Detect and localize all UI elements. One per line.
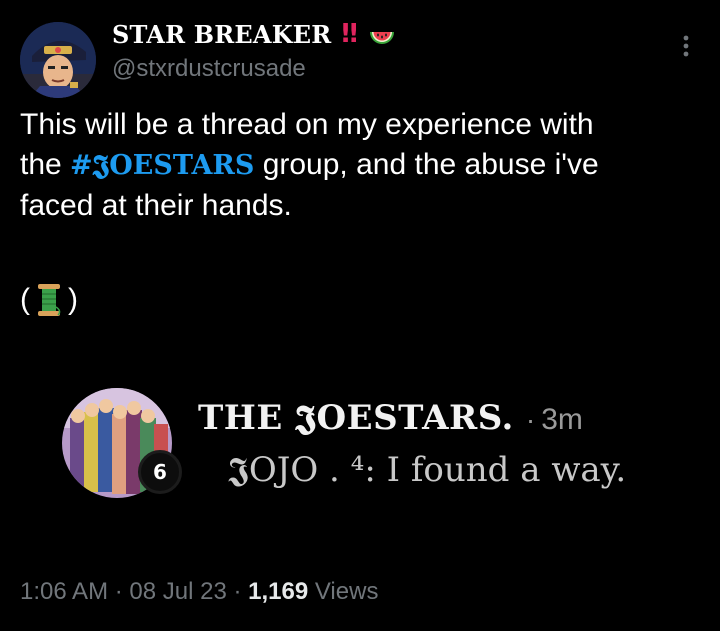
avatar-image <box>20 22 96 98</box>
thread-open-paren: ( <box>20 283 30 316</box>
group-name-row: THE 𝕵OESTARS. · 3m <box>198 398 583 438</box>
tweet-line-3: faced at their hands. <box>20 189 292 222</box>
views-label: Views <box>308 578 379 605</box>
more-options-icon[interactable] <box>676 32 696 60</box>
tweet-line-2-prefix: the <box>20 148 71 181</box>
author-name-row[interactable]: STAR BREAKER ‼ <box>112 16 397 52</box>
author-handle[interactable]: @stxrdustcrusade <box>112 55 306 83</box>
hashtag-link[interactable]: #𝕵OESTARS <box>70 150 254 181</box>
group-time-separator: · <box>525 404 536 435</box>
tweet-text: This will be a thread on my experience w… <box>20 105 700 226</box>
author-avatar[interactable] <box>20 22 96 98</box>
meta-separator-2: · <box>226 578 249 605</box>
watermelon-icon <box>369 32 394 44</box>
group-time-ago: 3m <box>541 403 583 436</box>
thread-close-paren: ) <box>68 283 78 316</box>
tweet-line-2-suffix: group, and the abuse i've <box>254 148 599 181</box>
thread-indicator: ( ) <box>20 281 78 319</box>
tweet-line-1: This will be a thread on my experience w… <box>20 108 594 141</box>
thread-spool-icon <box>38 284 61 316</box>
group-message-preview: 𝕵OJO . ⁴: I found a way. <box>228 450 626 490</box>
views-count[interactable]: 1,169 <box>248 578 308 605</box>
tweet-line-2: the #𝕵OESTARS group, and the abuse i've <box>20 145 700 186</box>
preview-sender: 𝕵OJO . ⁴ <box>228 450 365 490</box>
meta-separator-1: · <box>108 578 130 605</box>
group-name: THE 𝕵OESTARS. <box>198 398 514 438</box>
member-count-badge: 6 <box>138 450 182 494</box>
author-display-name[interactable]: STAR BREAKER <box>112 20 331 49</box>
preview-text: : I found a way. <box>364 450 627 490</box>
tweet-time[interactable]: 1:06 AM <box>20 578 108 605</box>
tweet-date[interactable]: 08 Jul 23 <box>129 578 226 605</box>
double-exclamation-icon: ‼ <box>341 19 357 49</box>
embedded-group-chat-screenshot[interactable]: 6 THE 𝕵OESTARS. · 3m 𝕵OJO . ⁴: I found a… <box>56 380 676 510</box>
tweet-meta-row: 1:06 AM · 08 Jul 23 · 1,169 Views <box>20 578 378 606</box>
